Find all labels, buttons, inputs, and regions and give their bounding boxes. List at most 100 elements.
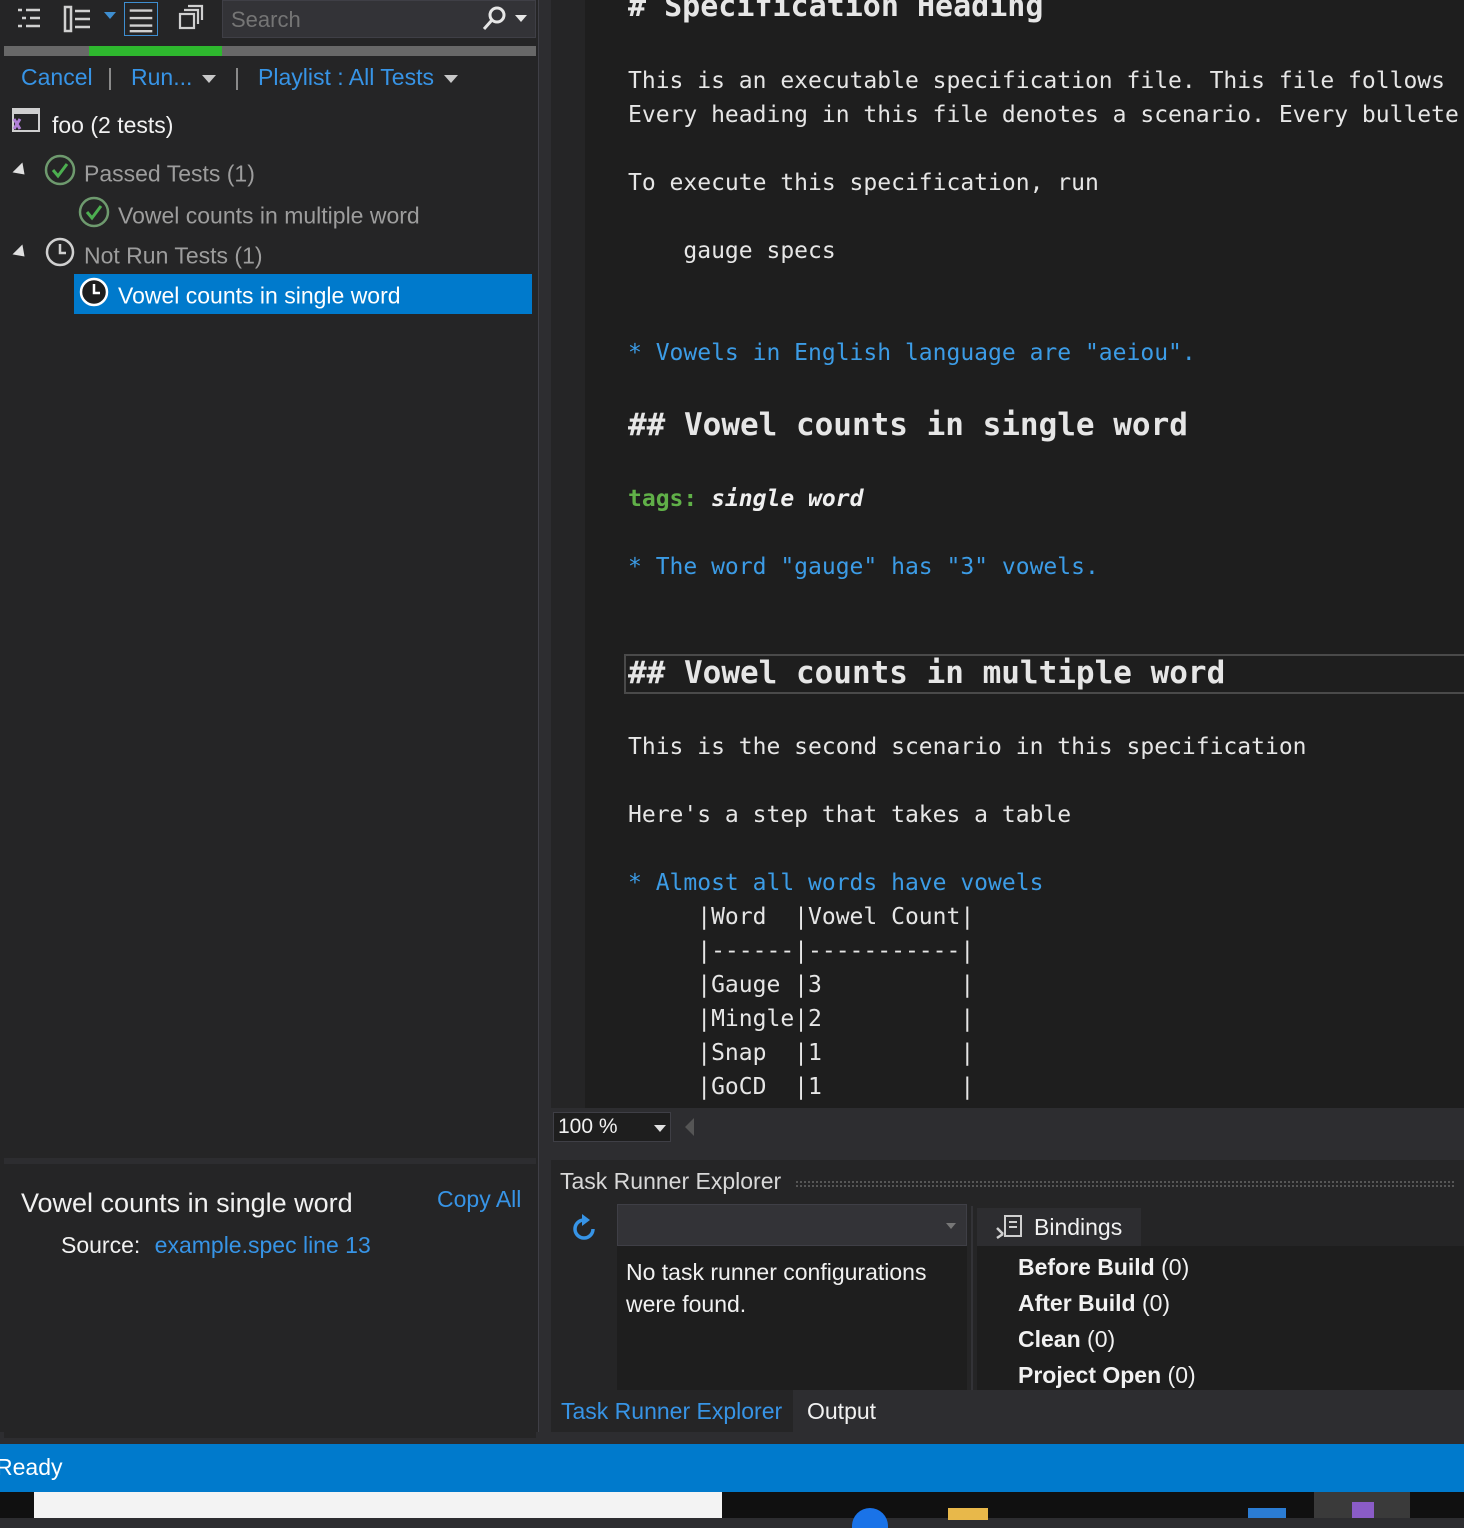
editor-line: gauge specs: [628, 238, 836, 264]
test-item-label: Vowel counts in single word: [118, 282, 401, 309]
step-line: * Vowels in English language are "aeiou"…: [628, 340, 1196, 366]
clock-icon: [44, 236, 76, 279]
editor-line: To execute this specification, run: [628, 170, 1099, 196]
playlist-label: Playlist : All Tests: [258, 64, 434, 90]
refresh-icon[interactable]: [569, 1214, 599, 1248]
table-row: |GoCD |1 |: [628, 1074, 975, 1100]
binding-count: (0): [1087, 1326, 1116, 1352]
binding-name: Clean: [1018, 1326, 1081, 1352]
binding-after-build[interactable]: After Build (0): [1018, 1290, 1170, 1317]
test-item[interactable]: Vowel counts in multiple word: [78, 196, 420, 234]
search-box[interactable]: [222, 0, 536, 39]
table-row: |Word |Vowel Count|: [628, 904, 975, 930]
step-line: * Almost all words have vowels: [628, 870, 1044, 896]
browser-icon[interactable]: [852, 1508, 888, 1528]
binding-count: (0): [1141, 1290, 1171, 1316]
panel-title: Task Runner Explorer: [560, 1168, 782, 1194]
bindings-tab-label: Bindings: [1034, 1214, 1123, 1240]
visual-studio-project-icon: [10, 107, 42, 146]
status-text: Ready: [0, 1454, 63, 1480]
playlist-button[interactable]: Playlist : All Tests: [258, 64, 458, 91]
source-link[interactable]: example.spec line 13: [155, 1232, 371, 1258]
clock-icon: [78, 276, 110, 319]
spec-heading: # Specification Heading: [628, 0, 1044, 24]
test-progress-bar: [4, 46, 536, 56]
search-options-dropdown-icon[interactable]: [515, 15, 527, 22]
group-label: Not Run Tests (1): [84, 242, 263, 269]
splitter[interactable]: [971, 1206, 973, 1390]
hierarchy-dropdown-icon[interactable]: [104, 12, 116, 19]
app-icon[interactable]: [1248, 1508, 1286, 1518]
expand-triangle-icon[interactable]: [12, 162, 30, 180]
tab-output[interactable]: Output: [797, 1390, 886, 1432]
passed-check-icon: [78, 196, 110, 239]
chevron-down-icon[interactable]: [202, 74, 217, 83]
binding-before-build[interactable]: Before Build (0): [1018, 1254, 1189, 1281]
search-icon[interactable]: [481, 5, 509, 37]
spec-editor[interactable]: # Specification Heading This is an execu…: [551, 0, 1464, 1108]
test-explorer-panel: Cancel Run... Playlist : All Tests foo (…: [0, 0, 539, 1438]
table-row: |Gauge |3 |: [628, 972, 975, 998]
table-row: |------|-----------|: [628, 938, 975, 964]
project-node[interactable]: foo (2 tests): [10, 106, 173, 144]
hierarchy-icon[interactable]: [60, 2, 94, 36]
group-passed-tests[interactable]: Passed Tests (1): [44, 154, 255, 192]
expand-triangle-icon[interactable]: [12, 244, 30, 262]
editor-line: This is an executable specification file…: [628, 68, 1445, 94]
binding-name: After Build: [1018, 1290, 1136, 1316]
editor-line: This is the second scenario in this spec…: [628, 734, 1307, 760]
windows-taskbar: [0, 1492, 1464, 1528]
file-explorer-icon[interactable]: [948, 1508, 988, 1520]
chevron-down-icon[interactable]: [654, 1125, 666, 1132]
list-view-icon[interactable]: [124, 2, 158, 36]
command-separator: [236, 68, 238, 90]
binding-count: (0): [1161, 1254, 1190, 1280]
copy-all-link[interactable]: Copy All: [437, 1186, 521, 1213]
binding-project-open[interactable]: Project Open (0): [1018, 1362, 1196, 1389]
zoom-select[interactable]: 100 %: [553, 1112, 671, 1142]
group-not-run-tests[interactable]: Not Run Tests (1): [44, 236, 263, 274]
chevron-down-icon[interactable]: [946, 1223, 956, 1229]
project-select[interactable]: [617, 1204, 967, 1246]
passed-check-icon: [44, 154, 76, 197]
binding-name: Project Open: [1018, 1362, 1162, 1388]
source-label: Source:: [61, 1232, 141, 1258]
empty-message: No task runner configurations were found…: [626, 1256, 926, 1320]
bottom-tab-strip: Task Runner Explorer Output: [551, 1390, 1464, 1432]
command-separator: [109, 68, 111, 90]
scenario-heading: ## Vowel counts in multiple word: [628, 655, 1226, 691]
collapse-all-icon[interactable]: [174, 2, 208, 36]
visual-studio-taskbar-icon[interactable]: [1314, 1492, 1410, 1518]
bindings-icon: [993, 1214, 1025, 1248]
binding-clean[interactable]: Clean (0): [1018, 1326, 1115, 1353]
editor-line: Every heading in this file denotes a sce…: [628, 102, 1459, 128]
cancel-button[interactable]: Cancel: [21, 64, 93, 91]
taskbar-search-box[interactable]: [34, 1492, 722, 1518]
empty-message-line: No task runner configurations: [626, 1259, 927, 1285]
editor-zoom-bar: 100 %: [551, 1108, 1464, 1148]
table-row: |Snap |1 |: [628, 1040, 975, 1066]
bindings-tab[interactable]: Bindings: [977, 1208, 1141, 1248]
scroll-left-icon[interactable]: [685, 1118, 694, 1136]
step-line: * The word "gauge" has "3" vowels.: [628, 554, 1099, 580]
test-item-label: Vowel counts in multiple word: [118, 202, 420, 229]
editor-line: Here's a step that takes a table: [628, 802, 1072, 828]
empty-message-line: were found.: [626, 1291, 747, 1317]
zoom-value: 100 %: [558, 1115, 618, 1138]
tags-label: tags:: [628, 486, 698, 512]
run-button[interactable]: Run...: [131, 64, 217, 91]
search-input[interactable]: [223, 1, 483, 39]
tags-value: single word: [711, 486, 864, 512]
group-by-icon[interactable]: [12, 2, 46, 36]
group-label: Passed Tests (1): [84, 160, 255, 187]
tags-line: tags: single word: [628, 482, 863, 516]
test-item[interactable]: Vowel counts in single word: [78, 276, 401, 314]
run-label: Run...: [131, 64, 193, 90]
table-row: |Mingle|2 |: [628, 1006, 975, 1032]
editor-margin: [551, 0, 585, 1108]
status-bar: Ready: [0, 1444, 1464, 1492]
chevron-down-icon[interactable]: [443, 74, 458, 83]
tab-task-runner-explorer[interactable]: Task Runner Explorer: [551, 1390, 793, 1432]
binding-count: (0): [1167, 1362, 1196, 1388]
project-label: foo (2 tests): [52, 112, 174, 138]
